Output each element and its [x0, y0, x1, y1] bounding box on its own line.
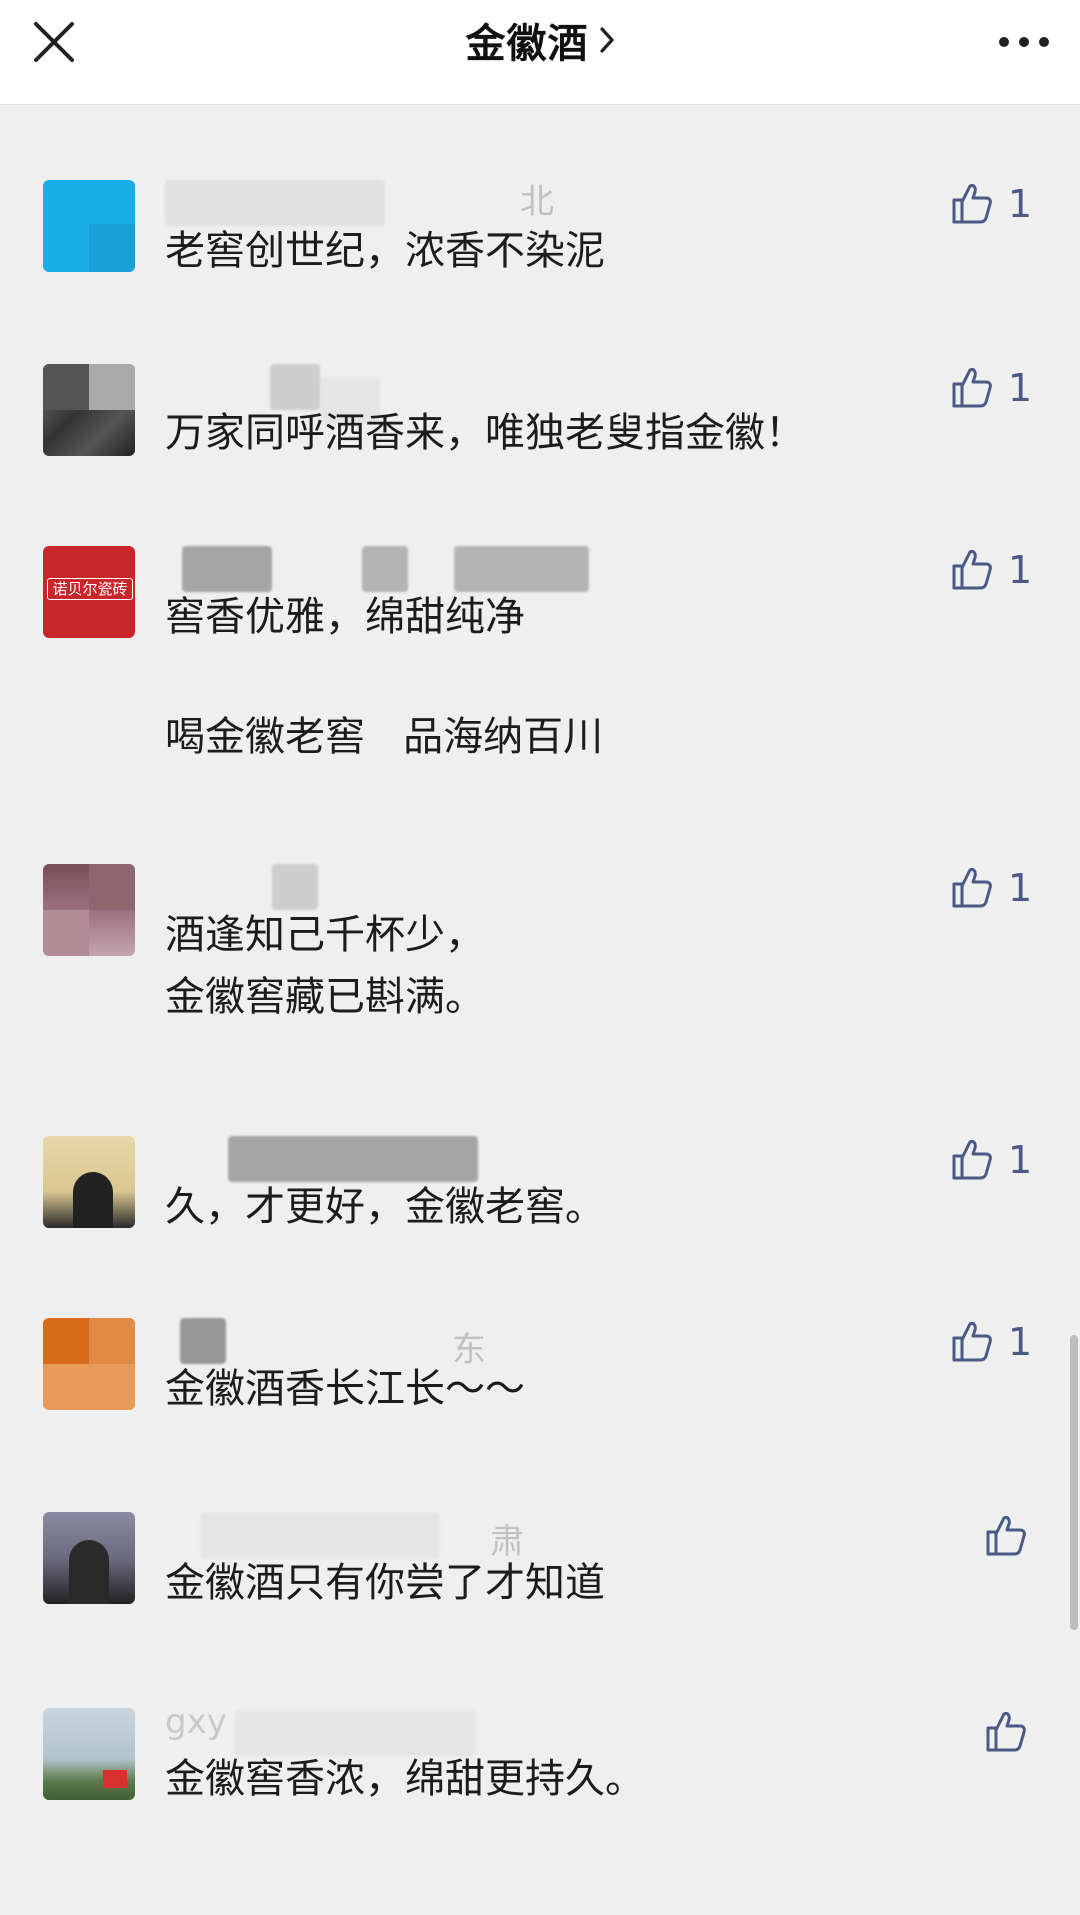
comment-text: 金徽窖香浓，绵甜更持久。: [165, 1756, 645, 1802]
thumbs-up-icon: [986, 1712, 1026, 1752]
comment-text-line2: 喝金徽老窖 品海纳百川: [165, 714, 604, 760]
like-count: 1: [1008, 548, 1033, 592]
like-count: 1: [1008, 866, 1033, 910]
comment-text: 老窖创世纪，浓香不染泥: [165, 228, 605, 274]
username: gxy: [165, 1702, 227, 1742]
like-count: 1: [1008, 1320, 1033, 1364]
avatar-blur-block: [43, 910, 89, 956]
thumbs-up-icon: [952, 184, 992, 224]
comment-text: 久，才更好，金徽老窖。: [165, 1184, 605, 1230]
thumbs-up-icon: [986, 1516, 1026, 1556]
comment-text: 万家同呼酒香来，唯独老叟指金徽！: [165, 410, 805, 456]
like-button[interactable]: 1: [950, 180, 1033, 228]
avatar-blur-block: [43, 1364, 135, 1410]
comment-text: 金徽酒香长江长～～: [165, 1366, 525, 1412]
like-button[interactable]: 1: [950, 364, 1033, 412]
avatar[interactable]: 诺贝尔瓷砖: [43, 546, 135, 638]
thumbs-up-icon: [952, 368, 992, 408]
flag-icon: [103, 1770, 127, 1788]
avatar[interactable]: [43, 180, 135, 272]
avatar[interactable]: [43, 1136, 135, 1228]
like-count: 1: [1008, 1138, 1033, 1182]
thumbs-up-icon: [952, 868, 992, 908]
more-options-icon[interactable]: [996, 26, 1052, 58]
avatar[interactable]: [43, 1708, 135, 1800]
avatar[interactable]: [43, 364, 135, 456]
avatar-figure: [69, 1540, 109, 1604]
chevron-right-icon[interactable]: [599, 5, 615, 93]
top-bar: 金徽酒: [0, 0, 1080, 105]
like-button[interactable]: [984, 1708, 1030, 1756]
thumbs-up-icon: [952, 1322, 992, 1362]
title-area: 金徽酒: [0, 0, 1080, 90]
like-count: 1: [1008, 366, 1033, 410]
avatar-blur-block: [89, 864, 135, 910]
avatar[interactable]: [43, 864, 135, 956]
like-button[interactable]: 1: [950, 546, 1033, 594]
thumbs-up-icon: [952, 1140, 992, 1180]
username-suffix: 北: [520, 182, 554, 222]
comment-list[interactable]: 北 老窖创世纪，浓香不染泥 1 万家同呼酒香来，唯独老叟指金徽！ 1 诺贝尔瓷砖…: [0, 104, 1080, 1915]
comment-text: 窖香优雅，绵甜纯净: [165, 594, 525, 640]
avatar[interactable]: [43, 1318, 135, 1410]
avatar-blur-block: [89, 364, 135, 410]
like-button[interactable]: 1: [950, 1318, 1033, 1366]
thumbs-up-icon: [952, 550, 992, 590]
like-button[interactable]: 1: [950, 864, 1033, 912]
avatar[interactable]: [43, 1512, 135, 1604]
avatar-blur-block: [89, 1318, 135, 1364]
comment-text: 酒逢知己千杯少， 金徽窖藏已斟满。: [165, 912, 485, 1020]
comment-text: 金徽酒只有你尝了才知道: [165, 1560, 605, 1606]
like-button[interactable]: 1: [950, 1136, 1033, 1184]
like-button[interactable]: [984, 1512, 1030, 1560]
avatar-figure: [73, 1172, 113, 1228]
page-title[interactable]: 金徽酒: [466, 21, 589, 67]
scrollbar[interactable]: [1070, 1335, 1078, 1630]
avatar-blur-block: [43, 364, 89, 410]
like-count: 1: [1008, 182, 1033, 226]
avatar-blur-block: [89, 224, 135, 272]
avatar-label: 诺贝尔瓷砖: [47, 578, 133, 600]
